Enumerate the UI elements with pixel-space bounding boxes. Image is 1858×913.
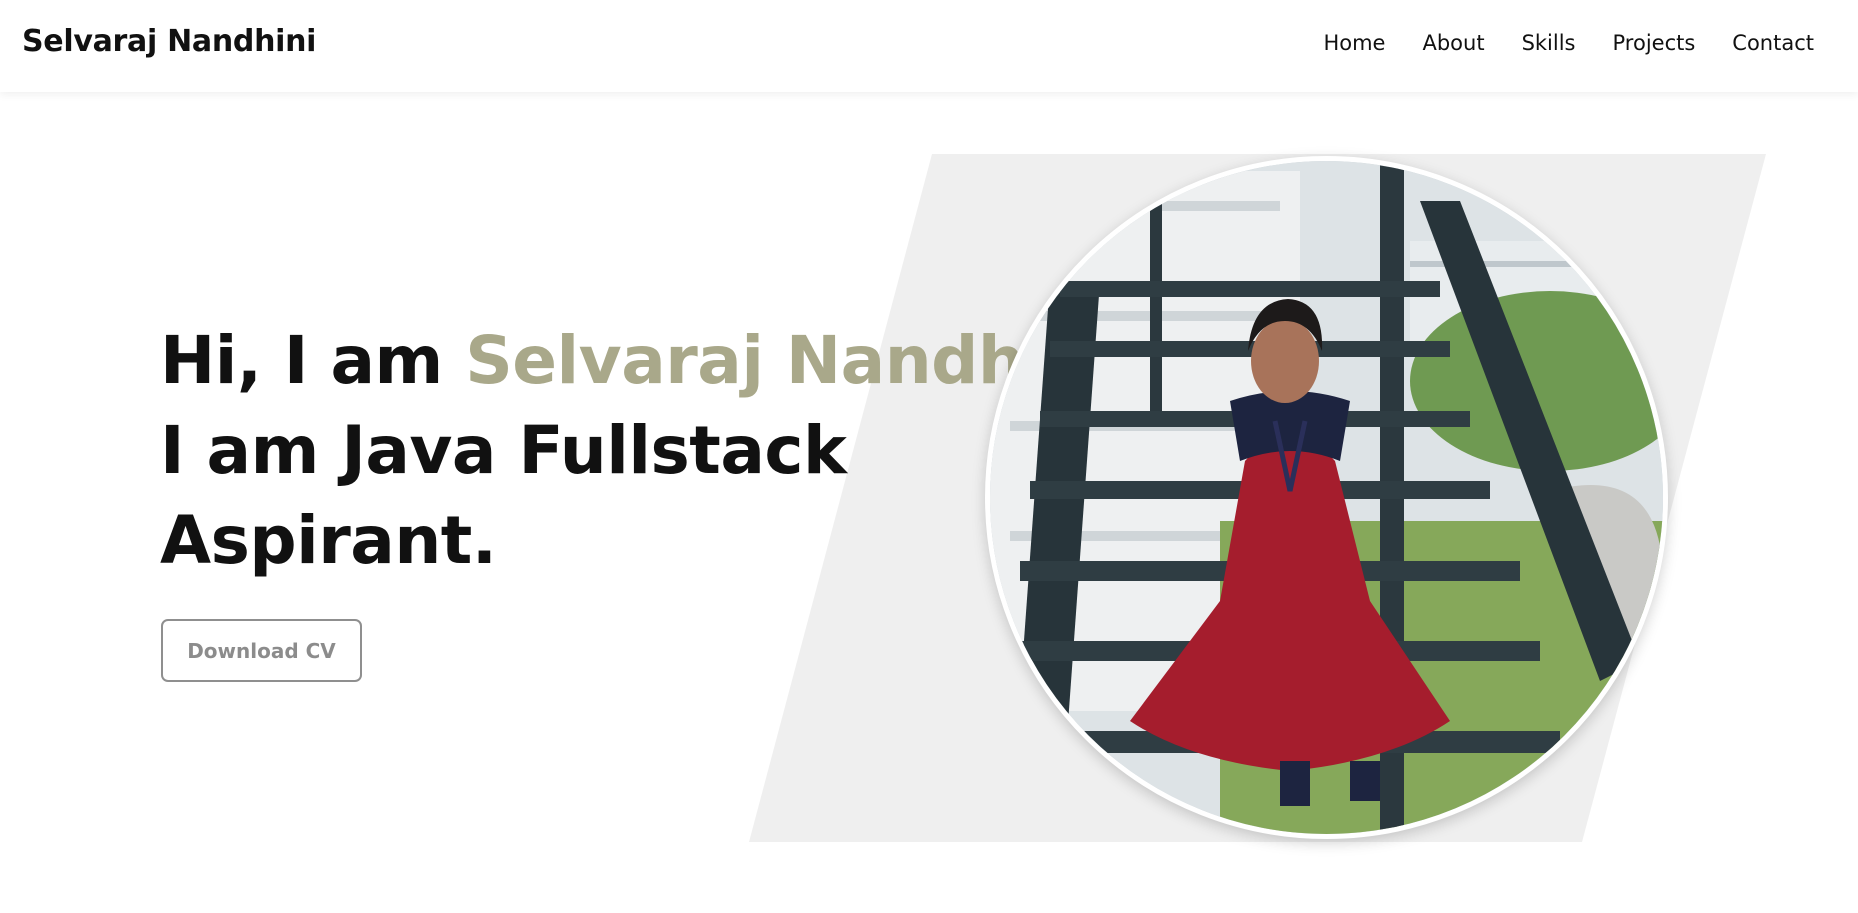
role-line-2: Aspirant.	[160, 502, 497, 579]
nav-link-contact[interactable]: Contact	[1732, 31, 1814, 55]
navbar: Selvaraj Nandhini Home About Skills Proj…	[0, 0, 1858, 92]
site-brand[interactable]: Selvaraj Nandhini	[22, 24, 316, 59]
nav-link-projects[interactable]: Projects	[1613, 31, 1696, 55]
nav-link-skills[interactable]: Skills	[1522, 31, 1576, 55]
nav-links: Home About Skills Projects Contact	[1323, 31, 1814, 55]
greeting-text: Hi, I am	[160, 322, 443, 399]
download-cv-button[interactable]: Download CV	[161, 619, 362, 682]
nav-link-home[interactable]: Home	[1323, 31, 1385, 55]
nav-link-about[interactable]: About	[1422, 31, 1484, 55]
headline-line-1: Hi, I am Selvaraj Nandhini	[160, 316, 1116, 406]
profile-photo	[985, 156, 1668, 839]
hero-headline: Hi, I am Selvaraj Nandhini I am Java Ful…	[160, 316, 1116, 586]
role-line-1: I am Java Fullstack	[160, 412, 847, 489]
